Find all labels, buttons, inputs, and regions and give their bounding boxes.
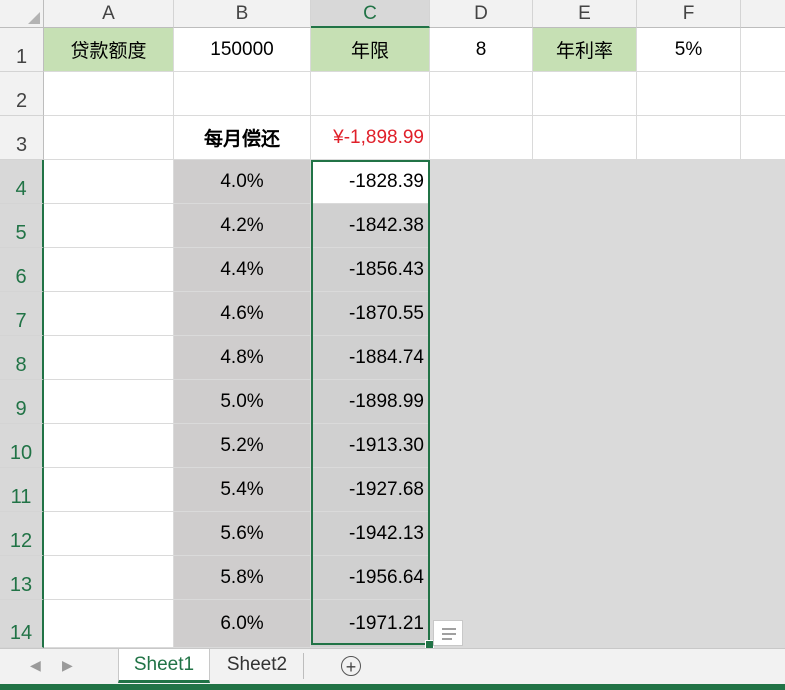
tab-sheet1[interactable]: Sheet1 [118, 649, 210, 683]
cell-b5[interactable]: 4.2% [174, 204, 311, 248]
column-header-g[interactable] [741, 0, 785, 28]
select-all-triangle-icon [28, 12, 40, 24]
row-header-12[interactable]: 12 [0, 512, 44, 556]
cell-e1[interactable]: 年利率 [533, 28, 637, 72]
select-all-button[interactable] [0, 0, 44, 28]
cell-g2[interactable] [741, 72, 785, 116]
cell-c9[interactable]: -1898.99 [311, 380, 430, 424]
row-header-3[interactable]: 3 [0, 116, 44, 160]
cell-b7[interactable]: 4.6% [174, 292, 311, 336]
row-header-1[interactable]: 1 [0, 28, 44, 72]
cell-a8[interactable] [44, 336, 174, 380]
column-header-d[interactable]: D [430, 0, 533, 28]
cell-b3[interactable]: 每月偿还 [174, 116, 311, 160]
cell-b9[interactable]: 5.0% [174, 380, 311, 424]
row-header-2[interactable]: 2 [0, 72, 44, 116]
cell-b1[interactable]: 150000 [174, 28, 311, 72]
cell-c3[interactable]: ¥-1,898.99 [311, 116, 430, 160]
cells-g4-g14[interactable] [741, 160, 785, 648]
cell-b6[interactable]: 4.4% [174, 248, 311, 292]
cell-d1[interactable]: 8 [430, 28, 533, 72]
quick-analysis-icon[interactable] [433, 620, 463, 646]
cell-c2[interactable] [311, 72, 430, 116]
quick-analysis-line [442, 628, 456, 630]
next-sheet-icon[interactable]: ▶ [62, 657, 73, 674]
cell-c1[interactable]: 年限 [311, 28, 430, 72]
row-header-6[interactable]: 6 [0, 248, 44, 292]
cell-a3[interactable] [44, 116, 174, 160]
cell-c10[interactable]: -1913.30 [311, 424, 430, 468]
cell-b4[interactable]: 4.0% [174, 160, 311, 204]
row-header-4[interactable]: 4 [0, 160, 44, 204]
cell-a14[interactable] [44, 600, 174, 648]
quick-analysis-line [442, 633, 456, 635]
cell-c8[interactable]: -1884.74 [311, 336, 430, 380]
cell-a11[interactable] [44, 468, 174, 512]
cell-e3[interactable] [533, 116, 637, 160]
cell-b11[interactable]: 5.4% [174, 468, 311, 512]
sheet-tab-bar: ◀ ▶ Sheet1 Sheet2 + [0, 648, 785, 685]
tab-sheet2[interactable]: Sheet2 [212, 649, 302, 683]
cell-g1[interactable] [741, 28, 785, 72]
cell-a1[interactable]: 贷款额度 [44, 28, 174, 72]
column-header-a[interactable]: A [44, 0, 174, 28]
cell-b2[interactable] [174, 72, 311, 116]
cell-a6[interactable] [44, 248, 174, 292]
cell-b10[interactable]: 5.2% [174, 424, 311, 468]
cell-f3[interactable] [637, 116, 741, 160]
cell-f2[interactable] [637, 72, 741, 116]
cell-a2[interactable] [44, 72, 174, 116]
column-header-c[interactable]: C [311, 0, 430, 28]
cell-d3[interactable] [430, 116, 533, 160]
spreadsheet-grid: A B C D E F 1 2 3 4 5 6 7 8 9 10 11 12 1… [0, 0, 785, 649]
cells-f4-f14[interactable] [637, 160, 741, 648]
cell-b13[interactable]: 5.8% [174, 556, 311, 600]
cell-c5[interactable]: -1842.38 [311, 204, 430, 248]
cell-c7[interactable]: -1870.55 [311, 292, 430, 336]
cell-a12[interactable] [44, 512, 174, 556]
cell-a7[interactable] [44, 292, 174, 336]
cells-e4-e14[interactable] [533, 160, 637, 648]
cell-c6[interactable]: -1856.43 [311, 248, 430, 292]
cell-c13[interactable]: -1956.64 [311, 556, 430, 600]
column-header-f[interactable]: F [637, 0, 741, 28]
cell-g3[interactable] [741, 116, 785, 160]
status-bar [0, 684, 785, 690]
quick-analysis-line [442, 638, 452, 640]
cell-c4[interactable]: -1828.39 [311, 160, 430, 204]
row-header-14[interactable]: 14 [0, 600, 44, 648]
prev-sheet-icon[interactable]: ◀ [30, 657, 41, 674]
add-sheet-icon[interactable]: + [341, 656, 361, 677]
cell-e2[interactable] [533, 72, 637, 116]
cell-a13[interactable] [44, 556, 174, 600]
tab-divider [303, 653, 304, 679]
column-header-b[interactable]: B [174, 0, 311, 28]
cell-f1[interactable]: 5% [637, 28, 741, 72]
row-header-9[interactable]: 9 [0, 380, 44, 424]
row-header-11[interactable]: 11 [0, 468, 44, 512]
cell-c12[interactable]: -1942.13 [311, 512, 430, 556]
column-header-e[interactable]: E [533, 0, 637, 28]
cell-c11[interactable]: -1927.68 [311, 468, 430, 512]
cell-b8[interactable]: 4.8% [174, 336, 311, 380]
cell-c14[interactable]: -1971.21 [311, 600, 430, 648]
row-header-8[interactable]: 8 [0, 336, 44, 380]
cell-d2[interactable] [430, 72, 533, 116]
row-header-7[interactable]: 7 [0, 292, 44, 336]
cell-a4[interactable] [44, 160, 174, 204]
row-header-5[interactable]: 5 [0, 204, 44, 248]
cell-a5[interactable] [44, 204, 174, 248]
row-header-10[interactable]: 10 [0, 424, 44, 468]
cell-a10[interactable] [44, 424, 174, 468]
cell-b12[interactable]: 5.6% [174, 512, 311, 556]
row-header-13[interactable]: 13 [0, 556, 44, 600]
cells-d4-d14[interactable] [430, 160, 533, 648]
cell-a9[interactable] [44, 380, 174, 424]
cell-b14[interactable]: 6.0% [174, 600, 311, 648]
